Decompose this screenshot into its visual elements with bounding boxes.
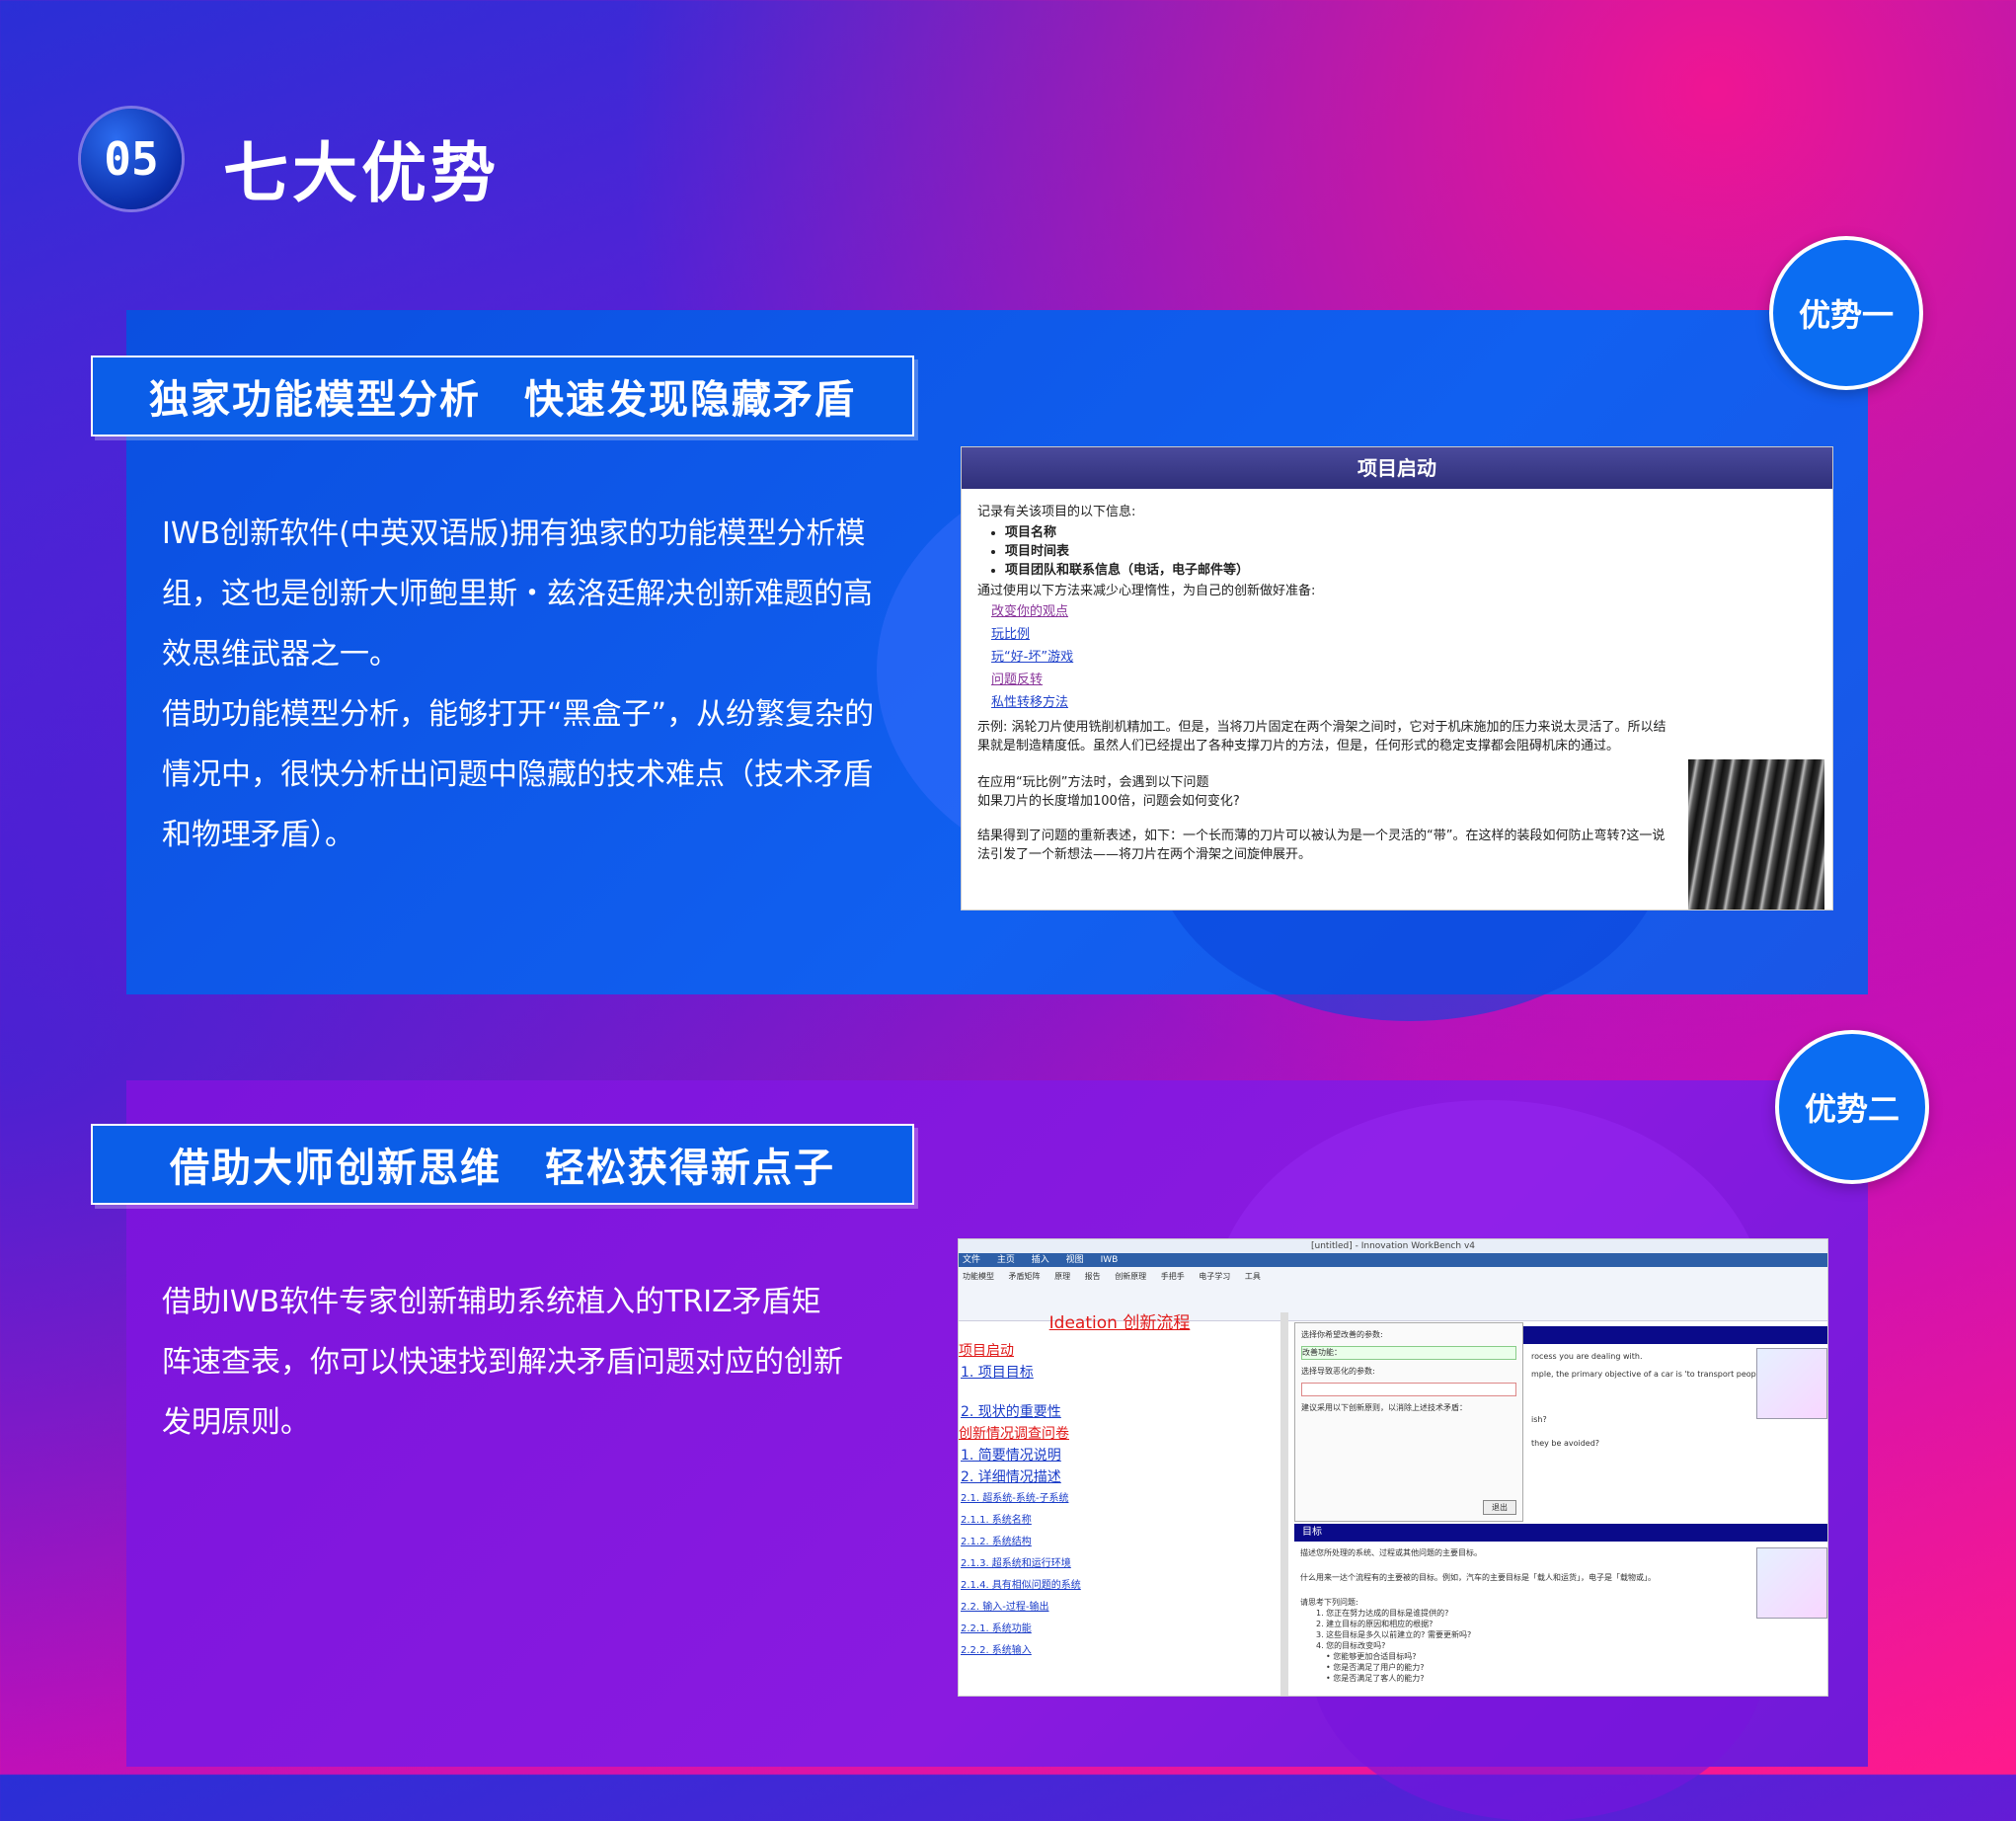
window-title: [untitled] - Innovation WorkBench v4 <box>959 1239 1827 1253</box>
goal-list-item: 4. 您的目标改变吗? <box>1316 1641 1386 1650</box>
nav-item[interactable]: 2.1.1. 系统名称 <box>959 1510 1280 1532</box>
screenshot-result: 结果得到了问题的重新表述，如下：一个长而薄的刀片可以被认为是一个灵活的“带”。在… <box>977 829 1666 862</box>
advantage-2-description: 借助IWB软件专家创新辅助系统植入的TRIZ矛盾矩阵速查表，你可以快速找到解决矛… <box>162 1272 843 1453</box>
advantage-2-title: 借助大师创新思维 轻松获得新点子 <box>91 1124 914 1205</box>
goal-text-2: 什么用来一达个流程有的主要被的目标。例如，汽车的主要目标是「载人和运货」，电子是… <box>1300 1573 1656 1582</box>
link-problem-reversal[interactable]: 问题反转 <box>991 669 1817 691</box>
worsen-param-select[interactable] <box>1301 1383 1516 1396</box>
goal-text-1: 描述您所处理的系统、过程或其他问题的主要目标。 <box>1300 1548 1482 1557</box>
section-number-badge: 05 <box>81 109 182 209</box>
goal-text: 描述您所处理的系统、过程或其他问题的主要目标。 什么用来一达个流程有的主要被的目… <box>1300 1547 1735 1684</box>
nav-item[interactable]: 1. 项目目标 <box>959 1362 1280 1384</box>
screenshot-bullet: 项目名称 <box>1005 523 1817 542</box>
advantage-tag-1: 优势一 <box>1769 236 1923 390</box>
car-illustration <box>1756 1348 1827 1419</box>
content-pane: rocess you are dealing with. mple, the p… <box>1294 1312 1827 1696</box>
ribbon-contradiction-matrix[interactable]: 矛盾矩阵 <box>1009 1272 1041 1281</box>
dialog-label-improve: 选择你希望改善的参数: <box>1301 1330 1383 1339</box>
advantage-1-title-part1: 独家功能模型分析 <box>149 377 481 423</box>
nav-item[interactable]: 项目启动 <box>959 1340 1280 1362</box>
link-good-bad-game[interactable]: 玩“好-坏”游戏 <box>991 646 1817 669</box>
screenshot-example: 示例: 涡轮刀片使用铣削机精加工。但是，当将刀片固定在两个滑架之间时，它对于机床… <box>977 720 1667 753</box>
dialog-hint: 建议采用以下创新原则，以消除上述技术矛盾： <box>1301 1403 1467 1412</box>
screenshot-bullet-list: 项目名称 项目时间表 项目团队和联系信息（电话，电子邮件等） <box>1005 523 1817 580</box>
nav-item[interactable]: 2.1. 超系统-系统-子系统 <box>959 1488 1280 1510</box>
goal-question: 请思考下列问题: <box>1300 1598 1358 1607</box>
page-title: 七大优势 <box>223 135 500 211</box>
ribbon-step-by-step[interactable]: 手把手 <box>1161 1272 1185 1281</box>
ribbon-e-learning[interactable]: 电子学习 <box>1199 1272 1230 1281</box>
content-text: rocess you are dealing with. <box>1531 1352 1643 1361</box>
content-text: they be avoided? <box>1531 1439 1600 1448</box>
project-start-screenshot: 项目启动 记录有关该项目的以下信息: 项目名称 项目时间表 项目团队和联系信息（… <box>961 446 1833 910</box>
link-transfer-method[interactable]: 私性转移方法 <box>991 691 1817 714</box>
screenshot-intro: 记录有关该项目的以下信息: <box>977 505 1136 519</box>
nav-item[interactable]: 2.1.3. 超系统和运行环境 <box>959 1553 1280 1575</box>
goal-section-bar: 目标 <box>1294 1524 1827 1542</box>
menu-file[interactable]: 文件 <box>963 1255 980 1265</box>
goal-list-item: 1. 您正在努力达成的目标是谁提供的? <box>1316 1609 1449 1618</box>
improve-param-select[interactable]: 改善功能： <box>1301 1346 1516 1360</box>
innovation-workbench-screenshot: [untitled] - Innovation WorkBench v4 文件 … <box>958 1238 1828 1697</box>
screenshot-bullet: 项目时间表 <box>1005 542 1817 561</box>
advantage-1-title-part2: 快速发现隐藏矛盾 <box>524 377 856 423</box>
advantage-2-paragraph: 借助IWB软件专家创新辅助系统植入的TRIZ矛盾矩阵速查表，你可以快速找到解决矛… <box>162 1285 843 1440</box>
ribbon-innovation-principles[interactable]: 创新原理 <box>1115 1272 1146 1281</box>
ribbon-report[interactable]: 报告 <box>1085 1272 1101 1281</box>
link-play-scale[interactable]: 玩比例 <box>991 623 1817 646</box>
goal-list-item: • 您是否满足了客人的能力? <box>1326 1674 1425 1683</box>
car-illustration <box>1756 1547 1827 1619</box>
advantage-2-title-part2: 轻松获得新点子 <box>545 1146 835 1191</box>
contradiction-matrix-dialog: 选择你希望改善的参数: 改善功能： 选择导致恶化的参数: 建议采用以下创新原则，… <box>1294 1322 1523 1522</box>
advantage-1-paragraph-1: IWB创新软件(中英双语版)拥有独家的功能模型分析模组，这也是创新大师鲍里斯・兹… <box>162 516 873 672</box>
goal-list-item: 2. 建立目标的原因和相应的根据? <box>1316 1620 1434 1628</box>
nav-item[interactable]: 2.2. 输入-过程-输出 <box>959 1597 1280 1619</box>
nav-item[interactable]: 1. 简要情况说明 <box>959 1445 1280 1466</box>
advantage-1-paragraph-2: 借助功能模型分析，能够打开“黑盒子”，从纷繁复杂的情况中，很快分析出问题中隐藏的… <box>162 697 875 852</box>
nav-item[interactable]: 创新情况调查问卷 <box>959 1423 1280 1445</box>
nav-item[interactable]: 2.1.4. 具有相似问题的系统 <box>959 1575 1280 1597</box>
nav-item[interactable]: 2.1.2. 系统结构 <box>959 1532 1280 1553</box>
content-text: ish? <box>1531 1415 1547 1424</box>
menu-view[interactable]: 视图 <box>1066 1255 1084 1265</box>
menu-iwb[interactable]: IWB <box>1101 1255 1119 1265</box>
screenshot-bullet: 项目团队和联系信息（电话，电子邮件等） <box>1005 561 1817 580</box>
nav-item[interactable]: 2. 详细情况描述 <box>959 1466 1280 1488</box>
goal-list-item: • 您能够更加合适目标吗? <box>1326 1652 1417 1661</box>
nav-item[interactable]: 2.2.2. 系统输入 <box>959 1640 1280 1662</box>
menu-bar: 文件 主页 插入 视图 IWB <box>959 1253 1827 1267</box>
menu-home[interactable]: 主页 <box>997 1255 1015 1265</box>
ideation-heading: Ideation 创新流程 <box>1048 1313 1191 1333</box>
nav-item[interactable]: 2. 现状的重要性 <box>959 1401 1280 1423</box>
screenshot-method-line: 通过使用以下方法来减少心理惰性，为自己的创新做好准备: <box>977 584 1316 598</box>
advantage-tag-2: 优势二 <box>1775 1030 1929 1184</box>
ribbon-function-model[interactable]: 功能模型 <box>963 1272 994 1281</box>
dialog-label-worsen: 选择导致恶化的参数: <box>1301 1367 1375 1376</box>
screenshot-header: 项目启动 <box>962 447 1832 489</box>
turbine-blade-photo <box>1688 759 1824 910</box>
ribbon-tools[interactable]: 工具 <box>1245 1272 1261 1281</box>
goal-list-item: 3. 这些目标是多久以前建立的? 需要更新吗? <box>1316 1630 1472 1639</box>
exit-button[interactable]: 退出 <box>1483 1500 1516 1515</box>
menu-insert[interactable]: 插入 <box>1032 1255 1049 1265</box>
advantage-2-title-part1: 借助大师创新思维 <box>170 1146 502 1191</box>
screenshot-body: 记录有关该项目的以下信息: 项目名称 项目时间表 项目团队和联系信息（电话，电子… <box>962 489 1832 910</box>
ideation-process-nav: Ideation 创新流程 项目启动 1. 项目目标 2. 现状的重要性 创新情… <box>959 1312 1288 1696</box>
nav-item[interactable]: 2.2.1. 系统功能 <box>959 1619 1280 1640</box>
ribbon-principles[interactable]: 原理 <box>1054 1272 1070 1281</box>
advantage-1-description: IWB创新软件(中英双语版)拥有独家的功能模型分析模组，这也是创新大师鲍里斯・兹… <box>162 504 892 865</box>
link-change-view[interactable]: 改变你的观点 <box>991 600 1817 623</box>
goal-list-item: • 您是否满足了用户的能力? <box>1326 1663 1425 1672</box>
advantage-1-title: 独家功能模型分析 快速发现隐藏矛盾 <box>91 356 914 436</box>
